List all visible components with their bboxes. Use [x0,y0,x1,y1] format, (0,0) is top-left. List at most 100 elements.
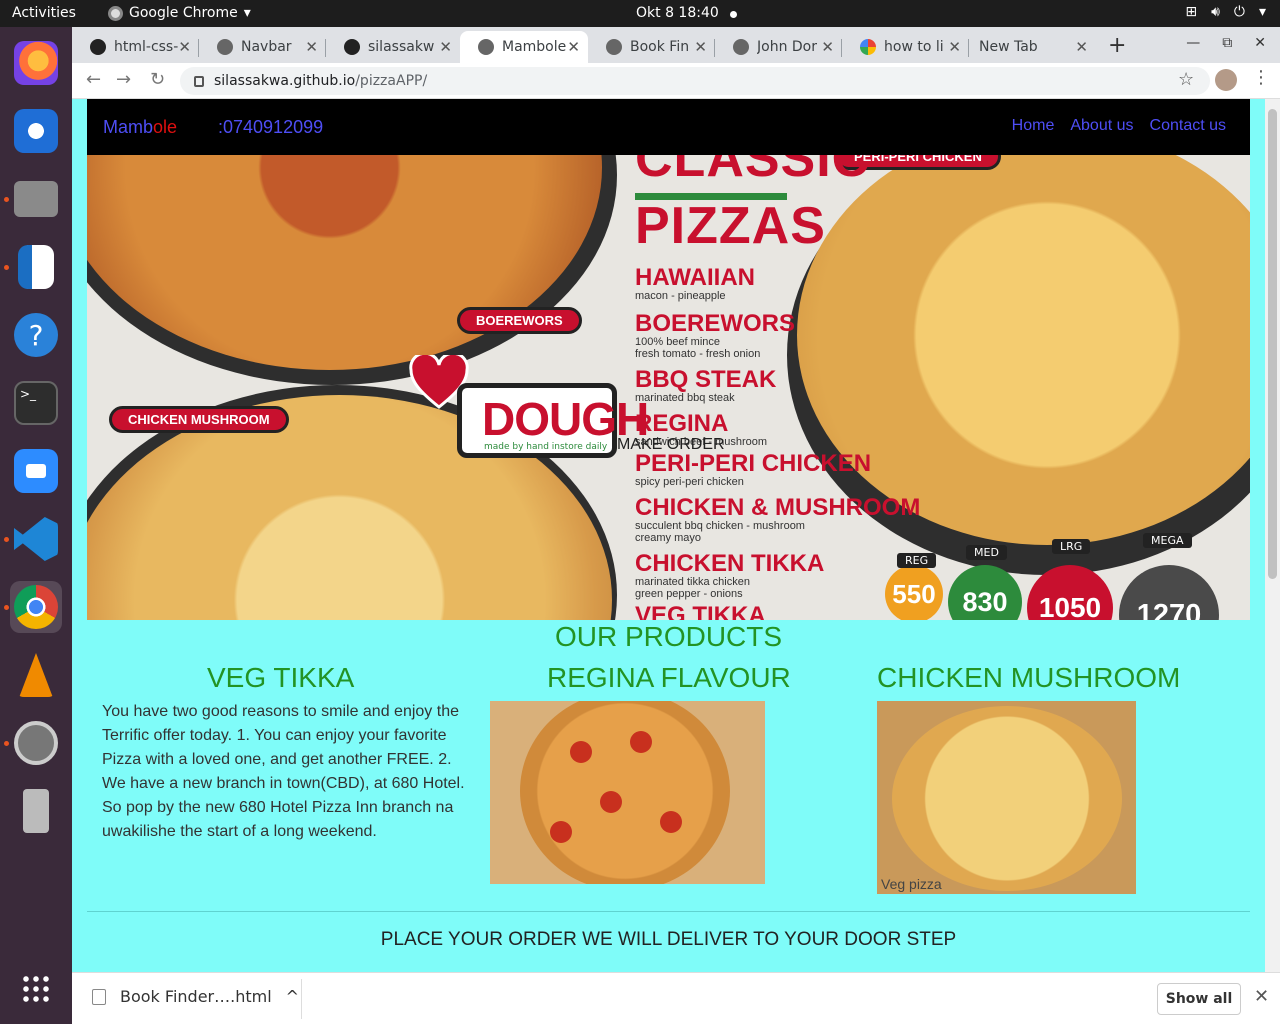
url-path: /pizzaAPP/ [355,73,428,89]
toolbar: ← → ↻ silassakwa.github.io/pizzaAPP/ ☆ ⋮ [72,63,1280,99]
clock[interactable]: Okt 8 18:40 [636,5,719,21]
nav-link-about[interactable]: About us [1070,117,1133,135]
nav-link-contact[interactable]: Contact us [1150,117,1226,135]
page-viewport: Mambole :0740912099 Home About us Contac… [72,99,1280,972]
html-file-icon [92,988,106,1005]
product-title-chicken-mushroom: CHICKEN MUSHROOM [877,662,1181,693]
thunderbird-icon[interactable] [10,105,62,157]
tab-title: html-css- [114,39,179,55]
help-icon[interactable]: ? [10,309,62,361]
system-tray[interactable]: ⊞ 🔊︎ ⏻ ▾ [1185,4,1266,20]
menu-item-name: VEG TIKKA [635,602,766,621]
chevron-down-icon: ▾ [1258,4,1266,20]
pizza-image-regina [490,701,765,884]
site-navbar: Mambole :0740912099 Home About us Contac… [87,99,1250,155]
menu-kebab-icon[interactable]: ⋮ [1252,67,1270,88]
label-boerewors: BOEREWORS [457,307,582,334]
tab-book-finder[interactable]: Book Fin ✕ [588,31,715,63]
close-icon[interactable]: ✕ [305,38,318,56]
writer-icon[interactable] [10,241,62,293]
brand-part-2: ole [153,117,178,137]
usb-icon[interactable] [10,785,62,837]
profile-avatar[interactable] [1215,69,1237,91]
vscode-icon[interactable] [10,513,62,565]
firefox-icon[interactable] [10,37,62,89]
page-scrollbar[interactable] [1265,99,1280,972]
forward-button[interactable]: → [116,69,131,90]
site-brand[interactable]: Mambole [103,117,177,138]
make-order-link[interactable]: MAKE ORDER [617,436,725,454]
price-value: 1270 [1136,598,1202,621]
pizza-image-veg: Veg pizza [877,701,1136,894]
price-reg: 550 [885,565,943,620]
tab-john-doe[interactable]: John Dor ✕ [715,31,842,63]
price-label: REG [897,553,937,568]
menu-item-name: BOEREWORS [635,310,796,337]
terminal-icon[interactable]: >_ [10,377,62,429]
close-icon[interactable]: ✕ [1075,38,1088,56]
scrollbar-thumb[interactable] [1268,109,1277,579]
image-caption: Veg pizza [881,876,942,892]
close-icon[interactable]: ✕ [1254,986,1269,1007]
chevron-up-icon[interactable]: ^ [286,987,299,1006]
dough-subtitle: made by hand instore daily [484,442,608,452]
apps-grid-icon[interactable] [10,963,62,1015]
chrome-icon[interactable] [10,581,62,633]
app-menu[interactable]: Google Chrome ▾ [108,5,251,21]
chevron-down-icon: ▾ [243,5,251,21]
tab-google-search[interactable]: how to li ✕ [842,31,969,63]
back-button[interactable]: ← [86,69,101,90]
product-title-veg-tikka: VEG TIKKA [207,662,355,693]
tab-html-css[interactable]: html-css- ✕ [72,31,199,63]
close-icon[interactable]: ✕ [948,38,961,56]
close-icon[interactable]: ✕ [694,38,707,56]
tab-title: Mambole [502,39,567,55]
globe-icon [478,39,494,55]
tab-title: New Tab [979,39,1038,55]
app-menu-label: Google Chrome [129,5,238,21]
menu-item-name: REGINA [635,410,729,437]
close-icon[interactable]: ✕ [439,38,452,56]
menu-item-desc: spicy peri-peri chicken [635,476,744,488]
menu-item-desc: succulent bbq chicken - mushroom creamy … [635,520,805,544]
new-tab-button[interactable]: + [1108,33,1126,58]
tab-silassakwa[interactable]: silassakw ✕ [326,31,460,63]
section-divider [87,911,1250,912]
close-icon[interactable]: ✕ [178,38,191,56]
bookmark-star-icon[interactable]: ☆ [1178,69,1194,90]
pizza-menu: CLASSIC PIZZAS HAWAIIAN macon - pineapple… [635,155,920,620]
dock: ? >_ [0,27,72,1024]
phone-number: :0740912099 [218,117,324,137]
tab-title: John Dor [757,39,817,55]
nav-link-home[interactable]: Home [1012,117,1055,135]
restore-icon[interactable]: ⧉ [1222,35,1232,51]
brand-part-1: Mamb [103,117,154,137]
show-all-button[interactable]: Show all [1157,983,1241,1015]
menu-item-name: CHICKEN & MUSHROOM [635,494,921,521]
volume-icon: 🔊︎ [1211,4,1220,20]
close-window-icon[interactable]: ✕ [1254,35,1266,51]
tab-navbar[interactable]: Navbar ✕ [199,31,326,63]
menu-item-name: PERI-PERI CHICKEN [635,450,872,477]
activities-button[interactable]: Activities [12,5,76,21]
minimize-icon[interactable]: — [1186,35,1200,51]
tab-mambole[interactable]: Mambole ✕ [460,31,588,63]
close-icon[interactable]: ✕ [821,38,834,56]
vlc-icon[interactable] [10,649,62,701]
price-mega: 1270 [1119,565,1219,620]
price-label: MEGA [1143,533,1192,548]
menu-title-classic: CLASSIC [635,155,871,188]
reload-button[interactable]: ↻ [150,69,165,90]
download-item[interactable]: Book Finder….html ^ [92,987,299,1006]
zoom-icon[interactable] [10,445,62,497]
screenshot-icon[interactable] [10,717,62,769]
files-icon[interactable] [10,173,62,225]
close-icon[interactable]: ✕ [567,38,580,56]
menu-item-name: BBQ STEAK [635,366,777,393]
github-icon [344,39,360,55]
tab-new-tab[interactable]: New Tab ✕ [969,31,1096,63]
price-med: 830 [948,565,1022,620]
google-icon [860,39,876,55]
address-bar[interactable]: silassakwa.github.io/pizzaAPP/ [180,67,1210,95]
notification-dot [730,11,737,18]
